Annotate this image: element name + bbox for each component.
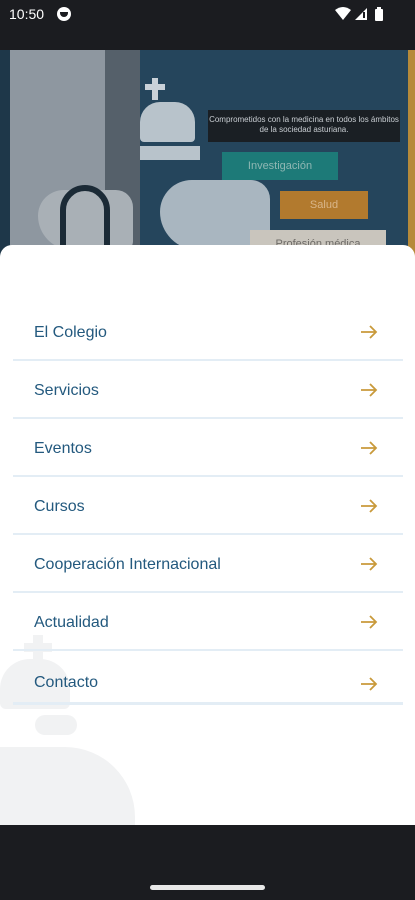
menu-item-label: Contacto (34, 674, 99, 691)
home-gesture-handle[interactable] (150, 885, 265, 890)
crown-band (140, 146, 200, 160)
menu-item-label: Servicios (34, 382, 99, 399)
hero-button-investigacion: Investigación (222, 152, 338, 180)
arrow-right-icon (361, 325, 378, 339)
menu-item-eventos[interactable]: Eventos (13, 419, 403, 477)
menu-item-el-colegio[interactable]: El Colegio (13, 303, 403, 361)
navigation-menu: El Colegio Servicios Eventos Cursos Coop… (13, 303, 403, 705)
app-notification-icon (57, 7, 71, 21)
crown-cross-bar (145, 84, 165, 90)
hero-button-salud: Salud (280, 191, 368, 219)
menu-item-label: Eventos (34, 440, 92, 457)
battery-icon (375, 7, 383, 21)
menu-item-actualidad[interactable]: Actualidad (13, 593, 403, 651)
menu-item-servicios[interactable]: Servicios (13, 361, 403, 419)
system-navigation-bar (0, 825, 415, 900)
arrow-right-icon (361, 677, 378, 691)
arrow-right-icon (361, 615, 378, 629)
wifi-icon (335, 7, 351, 20)
arrow-right-icon (361, 383, 378, 397)
hero-edge-accent (408, 50, 415, 265)
menu-item-label: Actualidad (34, 614, 109, 631)
arrow-right-icon (361, 499, 378, 513)
status-time: 10:50 (9, 6, 45, 22)
menu-item-label: El Colegio (34, 324, 107, 341)
menu-item-contacto[interactable]: Contacto (13, 651, 403, 705)
arrow-right-icon (361, 557, 378, 571)
menu-item-label: Cursos (34, 498, 85, 515)
status-icons (335, 7, 383, 21)
cell-signal-icon (355, 8, 367, 20)
menu-item-cursos[interactable]: Cursos (13, 477, 403, 535)
menu-item-label: Cooperación Internacional (34, 556, 221, 573)
hero-banner: Comprometidos con la medicina en todos l… (0, 50, 415, 265)
hero-tagline: Comprometidos con la medicina en todos l… (208, 110, 400, 142)
status-bar: 10:50 (0, 0, 415, 30)
menu-item-cooperacion-internacional[interactable]: Cooperación Internacional (13, 535, 403, 593)
crown-icon (140, 102, 195, 142)
menu-sheet: El Colegio Servicios Eventos Cursos Coop… (0, 245, 415, 825)
arrow-right-icon (361, 441, 378, 455)
